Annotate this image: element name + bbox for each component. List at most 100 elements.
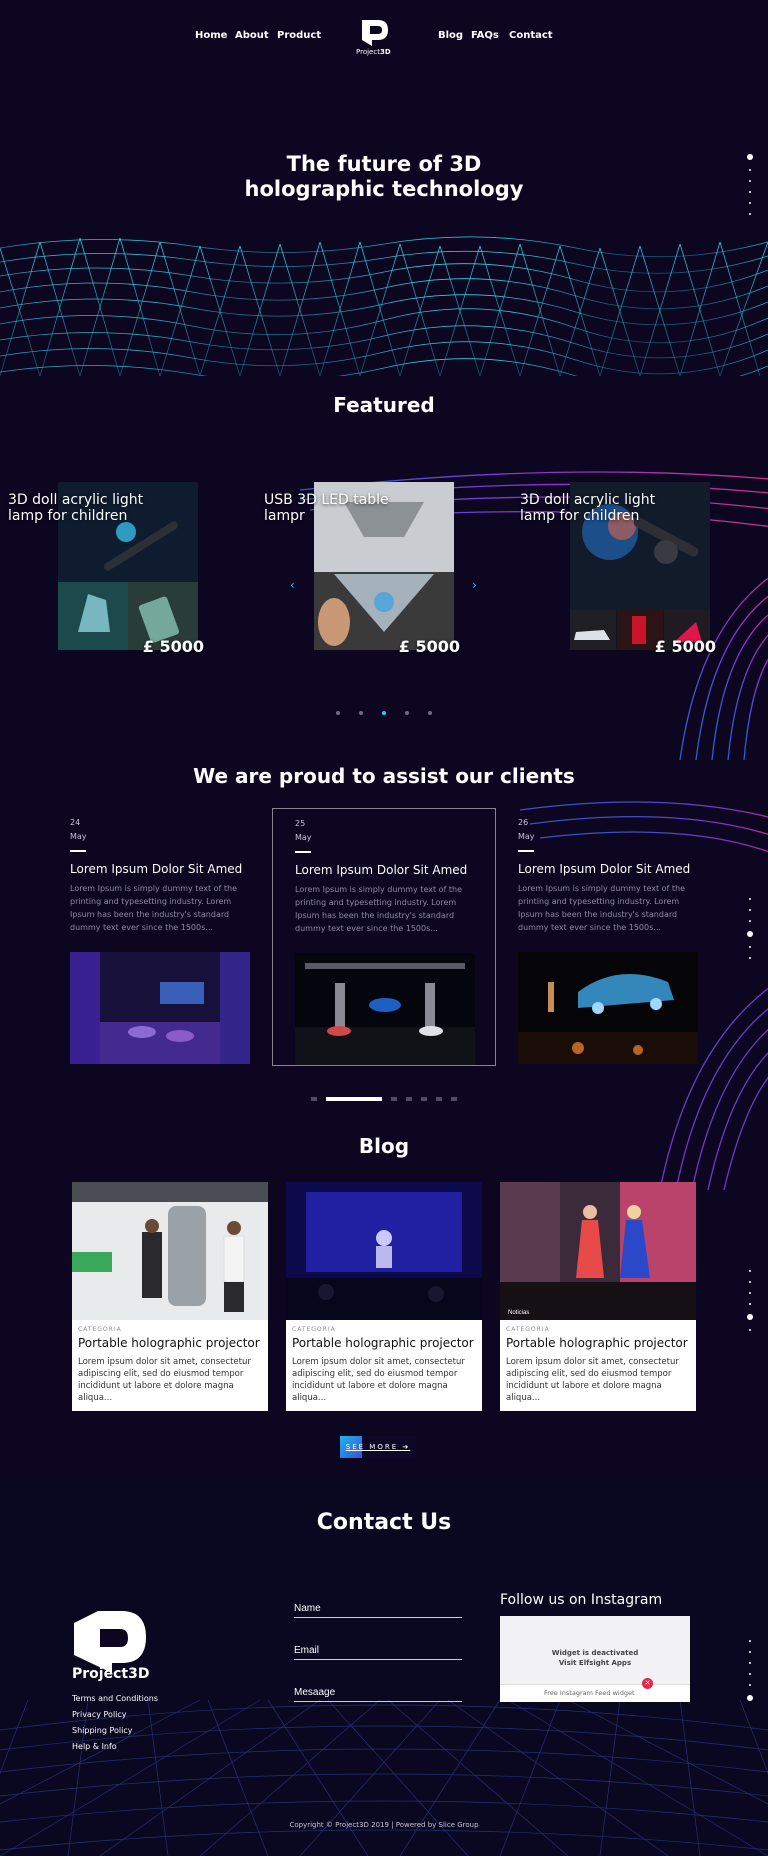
event-image bbox=[70, 952, 250, 1064]
featured-pager bbox=[0, 702, 768, 721]
pager-dot[interactable] bbox=[358, 710, 363, 715]
event-title: Lorem Ipsum Dolor Sit Amed bbox=[70, 862, 243, 876]
logo-mark-icon bbox=[362, 20, 388, 46]
blog-post-category: CATEGORIA bbox=[292, 1326, 336, 1333]
product-name: 3D doll acrylic light lamp for children bbox=[520, 492, 656, 524]
blog-post-category: CATEGORIA bbox=[78, 1326, 122, 1333]
event-text: Lorem Ipsum is simply dummy text of the … bbox=[518, 884, 686, 932]
event-date: 26 May bbox=[518, 818, 535, 841]
nav-product-link[interactable]: Product bbox=[277, 30, 321, 41]
pager-dot[interactable] bbox=[405, 710, 410, 715]
nav-about-link[interactable]: About bbox=[235, 30, 269, 41]
event-divider bbox=[295, 851, 311, 853]
instagram-widget-message: Widget is deactivated Visit Elfsight App… bbox=[551, 1649, 639, 1667]
product-price: £ 5000 bbox=[654, 637, 716, 656]
shipping-link[interactable]: Shipping Policy bbox=[72, 1726, 132, 1735]
event-card[interactable]: 26 May Lorem Ipsum Dolor Sit Amed Lorem I… bbox=[496, 808, 720, 1066]
event-title: Lorem Ipsum Dolor Sit Amed bbox=[518, 862, 691, 876]
blog-post-title[interactable]: Portable holographic projector bbox=[78, 1336, 260, 1350]
instagram-widget-footer-text: Free Instagram Feed widget bbox=[544, 1689, 635, 1697]
hero-title-line1: The future of 3D bbox=[286, 152, 482, 176]
section-nav-dots-contact[interactable] bbox=[746, 1640, 754, 1710]
carousel-next-arrow[interactable]: › bbox=[472, 578, 477, 592]
pager-segment[interactable] bbox=[421, 1096, 428, 1101]
pager-dot[interactable] bbox=[335, 710, 340, 715]
hero-title-line2: holographic technology bbox=[244, 177, 524, 201]
event-card[interactable]: 24 May Lorem Ipsum Dolor Sit Amed Lorem I… bbox=[48, 808, 272, 1066]
instagram-widget-footer[interactable]: Free Instagram Feed widget bbox=[500, 1684, 690, 1702]
event-text: Lorem Ipsum is simply dummy text of the … bbox=[295, 885, 463, 933]
event-divider bbox=[70, 850, 86, 852]
blog-post-excerpt: Lorem ipsum dolor sit amet, consectetur … bbox=[506, 1357, 679, 1403]
message-input[interactable] bbox=[294, 1682, 462, 1703]
blog-post-image bbox=[286, 1182, 482, 1320]
pager-dot[interactable] bbox=[428, 710, 433, 715]
product-price: £ 5000 bbox=[398, 637, 460, 656]
product-price: £ 5000 bbox=[142, 637, 204, 656]
pager-segment[interactable] bbox=[406, 1096, 412, 1101]
blog-post-image: Noticias bbox=[500, 1182, 696, 1320]
footer-logo-text: Project3D bbox=[72, 1666, 150, 1682]
section-nav-dots-hero[interactable] bbox=[746, 154, 754, 224]
event-card-active[interactable]: 25 May Lorem Ipsum Dolor Sit Amed Lorem I… bbox=[272, 808, 496, 1066]
email-field bbox=[294, 1638, 462, 1661]
product-card[interactable]: USB 3D LED table lampr £ 5000 bbox=[264, 482, 460, 656]
product-name: 3D doll acrylic light lamp for children bbox=[8, 492, 144, 524]
message-field bbox=[294, 1680, 462, 1703]
name-field bbox=[294, 1596, 462, 1619]
top-nav: Home About Product Project3D Blog FAQs C… bbox=[0, 0, 768, 75]
pager-segment-active[interactable] bbox=[325, 1096, 382, 1101]
blog-post-category: CATEGORIA bbox=[506, 1326, 550, 1333]
blog-post-card[interactable]: Noticias CATEGORIA Portable holographic … bbox=[500, 1182, 696, 1411]
copyright-text: Copyright © Project3D 2019 | Powered by … bbox=[289, 1821, 479, 1829]
nav-faqs-link[interactable]: FAQs bbox=[471, 30, 499, 41]
hero-title: The future of 3D holographic technology bbox=[0, 152, 768, 202]
nav-blog-link[interactable]: Blog bbox=[438, 30, 463, 41]
arrow-right-icon: ➔ bbox=[402, 1443, 411, 1451]
event-image bbox=[295, 953, 475, 1065]
privacy-link[interactable]: Privacy Policy bbox=[72, 1710, 127, 1719]
close-icon[interactable]: ✕ bbox=[642, 1678, 653, 1689]
section-nav-dots-blog[interactable] bbox=[746, 1270, 754, 1340]
product-name: USB 3D LED table lampr bbox=[264, 492, 389, 524]
event-date: 24 May bbox=[70, 818, 87, 841]
event-image bbox=[518, 952, 698, 1064]
nav-contact-link[interactable]: Contact bbox=[509, 30, 553, 41]
see-more-label: SEE MORE bbox=[345, 1443, 399, 1451]
terms-link[interactable]: Terms and Conditions bbox=[72, 1694, 158, 1703]
pager-dot-active[interactable] bbox=[382, 710, 386, 715]
featured-title: Featured bbox=[333, 393, 435, 417]
instagram-widget[interactable]: Widget is deactivated Visit Elfsight App… bbox=[500, 1616, 690, 1702]
pager-segment[interactable] bbox=[310, 1096, 317, 1101]
event-text: Lorem Ipsum is simply dummy text of the … bbox=[70, 884, 238, 932]
blog-title: Blog bbox=[358, 1134, 410, 1158]
event-date: 25 May bbox=[295, 819, 312, 842]
blog-post-image bbox=[72, 1182, 268, 1320]
carousel-prev-arrow[interactable]: ‹ bbox=[290, 578, 295, 592]
contact-title: Contact Us bbox=[316, 1510, 452, 1535]
blog-post-title[interactable]: Portable holographic projector bbox=[506, 1336, 688, 1350]
pager-segment[interactable] bbox=[451, 1096, 458, 1101]
blog-post-excerpt: Lorem ipsum dolor sit amet, consectetur … bbox=[78, 1357, 251, 1403]
blog-post-card[interactable]: CATEGORIA Portable holographic projector… bbox=[286, 1182, 482, 1411]
product-card[interactable]: 3D doll acrylic light lamp for children … bbox=[520, 482, 716, 656]
help-link[interactable]: Help & Info bbox=[72, 1742, 117, 1751]
logo[interactable]: Project3D bbox=[356, 18, 392, 58]
nav-home-link[interactable]: Home bbox=[195, 30, 227, 41]
name-input[interactable] bbox=[294, 1598, 462, 1619]
pager-segment[interactable] bbox=[390, 1096, 397, 1101]
blog-post-card[interactable]: CATEGORIA Portable holographic projector… bbox=[72, 1182, 268, 1411]
clients-title: We are proud to assist our clients bbox=[193, 764, 575, 788]
clients-pager bbox=[0, 1088, 768, 1107]
product-card[interactable]: 3D doll acrylic light lamp for children … bbox=[8, 482, 204, 656]
hero-wireframe-wave bbox=[0, 236, 768, 376]
section-nav-dots-clients[interactable] bbox=[746, 898, 754, 968]
blog-post-title[interactable]: Portable holographic projector bbox=[292, 1336, 474, 1350]
email-input[interactable] bbox=[294, 1640, 462, 1661]
event-divider bbox=[518, 850, 534, 852]
event-title: Lorem Ipsum Dolor Sit Amed bbox=[295, 863, 468, 877]
blog-post-excerpt: Lorem ipsum dolor sit amet, consectetur … bbox=[292, 1357, 465, 1403]
blog-image-watermark: Noticias bbox=[508, 1310, 529, 1316]
see-more-button[interactable]: SEE MORE ➔ bbox=[340, 1436, 416, 1458]
pager-segment[interactable] bbox=[436, 1096, 443, 1101]
